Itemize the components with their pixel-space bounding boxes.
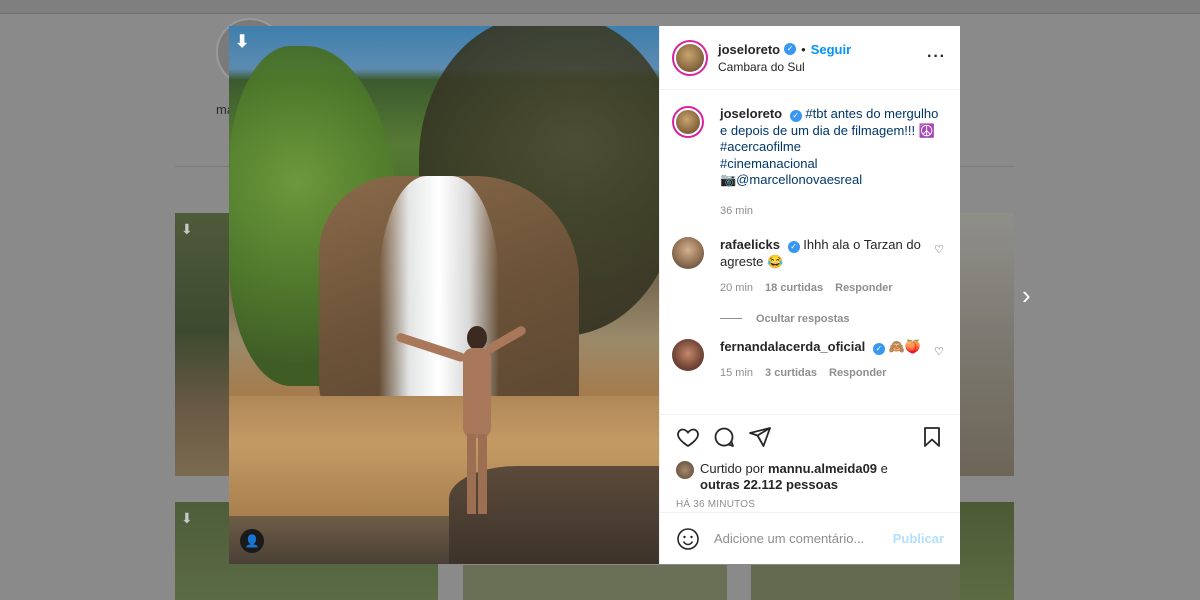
post-location[interactable]: Cambara do Sul — [718, 60, 851, 74]
background-post-tile — [463, 565, 727, 600]
hide-replies-label: Ocultar respostas — [756, 312, 850, 325]
comment-time: 15 min — [720, 367, 754, 379]
post-modal: ⬇ 👤 joseloreto ✓ • Seguir Cambara do Sul… — [229, 26, 960, 564]
caption-time: 36 min — [720, 204, 754, 217]
reply-button[interactable]: Responder — [835, 280, 892, 297]
more-horizontal-icon[interactable]: ··· — [927, 48, 946, 66]
background-post-tile — [960, 502, 1014, 600]
verified-badge-icon: ✓ — [789, 110, 802, 122]
verified-badge-icon: ✓ — [784, 43, 797, 55]
download-icon: ⬇ — [181, 221, 193, 237]
avatar[interactable] — [672, 237, 704, 269]
next-post-arrow-icon[interactable]: › — [1022, 282, 1044, 308]
caption: joseloreto ✓ #tbt antes do mergulho e de… — [672, 106, 944, 219]
post-header: joseloreto ✓ • Seguir Cambara do Sul ··· — [660, 26, 960, 90]
caption-credit[interactable]: 📷@marcellonovaesreal — [720, 172, 940, 189]
comment-item: rafaelicks ✓ Ihhh ala o Tarzan do agrest… — [672, 237, 944, 297]
post-sidebar: joseloreto ✓ • Seguir Cambara do Sul ···… — [659, 26, 960, 564]
post-photo[interactable]: ⬇ 👤 — [229, 26, 659, 564]
caption-hashtag[interactable]: #acercaofilme — [720, 139, 940, 156]
photo-person — [395, 324, 528, 516]
comment-username[interactable]: fernandalacerda_oficial — [720, 339, 865, 354]
verified-badge-icon: ✓ — [787, 241, 800, 253]
comment-time: 20 min — [720, 282, 754, 294]
comments-list: joseloreto ✓ #tbt antes do mergulho e de… — [660, 90, 960, 414]
follow-button[interactable]: Seguir — [811, 42, 851, 57]
reply-button[interactable]: Responder — [829, 365, 886, 382]
liked-by-others[interactable]: outras 22.112 pessoas — [700, 477, 838, 492]
download-icon[interactable]: ⬇ — [235, 32, 249, 52]
liked-by-and: e — [880, 461, 888, 476]
post-actions: Curtido por mannu.almeida09 e outras 22.… — [660, 414, 960, 512]
hide-replies-button[interactable]: Ocultar respostas — [720, 313, 944, 325]
comment-username[interactable]: rafaelicks — [720, 237, 780, 252]
liked-by-prefix: Curtido por — [700, 461, 765, 476]
emoji-icon[interactable] — [676, 527, 700, 551]
background-top-bar — [0, 0, 1200, 14]
caption-hashtag[interactable]: #cinemanacional — [720, 156, 940, 173]
liked-by: Curtido por mannu.almeida09 e outras 22.… — [676, 461, 944, 493]
bookmark-icon[interactable] — [920, 425, 944, 449]
caption-username[interactable]: joseloreto — [720, 106, 782, 121]
avatar[interactable] — [676, 461, 694, 479]
comment-bubble-icon[interactable] — [712, 425, 736, 449]
heart-icon[interactable]: ♡ — [934, 243, 944, 256]
background-post-tile: ⬇ — [175, 213, 230, 476]
liked-by-user[interactable]: mannu.almeida09 — [768, 461, 877, 476]
avatar[interactable] — [672, 39, 708, 76]
avatar[interactable] — [672, 338, 704, 371]
user-tag-icon[interactable]: 👤 — [240, 529, 264, 553]
verified-badge-icon: ✓ — [872, 342, 885, 355]
add-comment-bar: Publicar — [660, 512, 960, 564]
background-post-tile — [960, 213, 1014, 476]
share-direct-icon[interactable] — [748, 425, 772, 449]
comment-likes[interactable]: 3 curtidas — [765, 365, 817, 382]
download-icon: ⬇ — [181, 510, 193, 526]
separator-dot: • — [801, 41, 806, 57]
post-username[interactable]: joseloreto — [718, 42, 780, 57]
comment-item: fernandalacerda_oficial ✓ 🙈🍑 15 min 3 cu… — [672, 338, 944, 382]
publish-button[interactable]: Publicar — [893, 531, 944, 546]
heart-icon[interactable]: ♡ — [934, 345, 944, 358]
comment-likes[interactable]: 18 curtidas — [765, 280, 823, 297]
like-heart-icon[interactable] — [676, 425, 700, 449]
comment-input[interactable] — [714, 531, 893, 546]
post-time-ago: HÁ 36 MINUTOS — [676, 499, 756, 510]
comment-text: 🙈🍑 — [888, 338, 921, 354]
avatar[interactable] — [672, 106, 704, 138]
